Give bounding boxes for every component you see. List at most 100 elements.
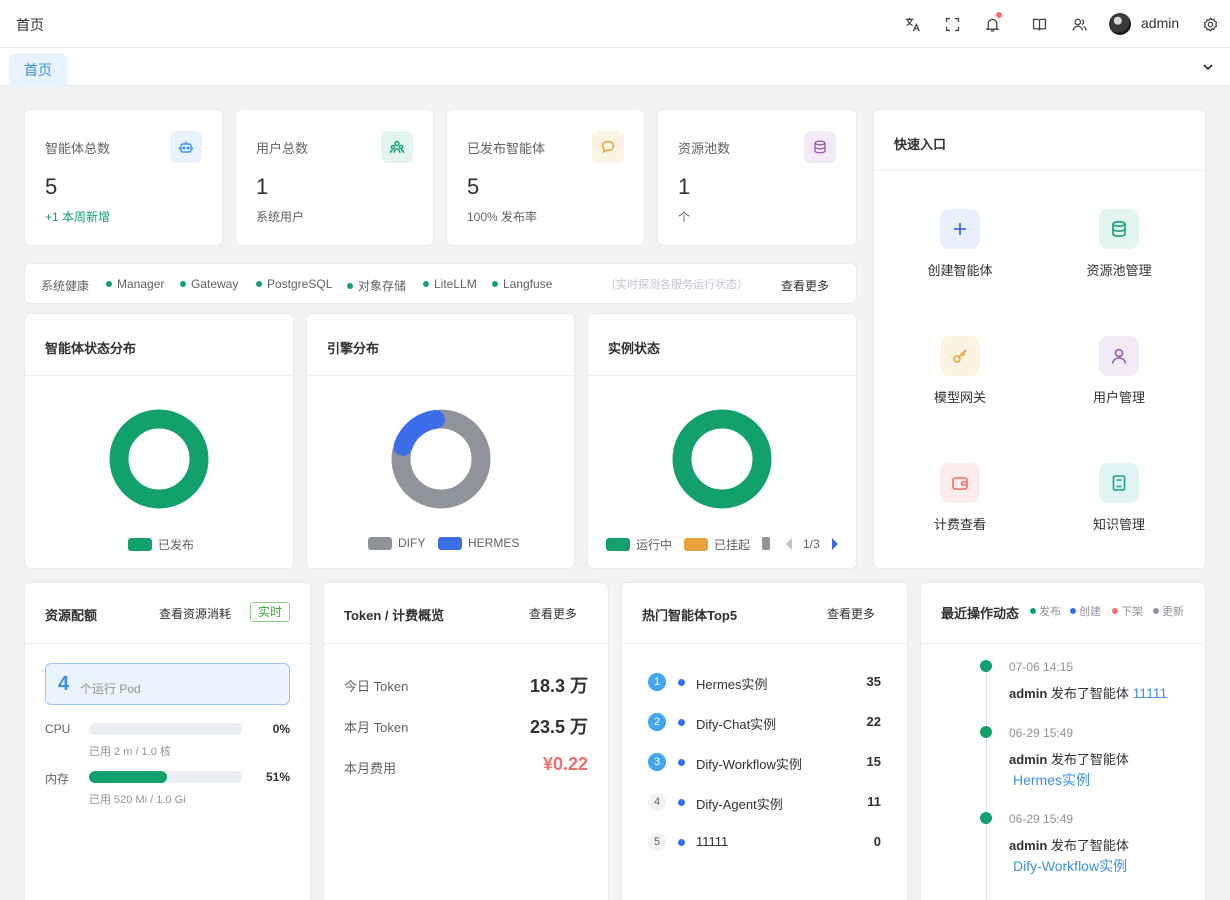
- users-icon: [381, 131, 413, 163]
- resource-quota-card: 资源配额 查看资源消耗 实时 4 个运行 Pod CPU 0% 已用 2 m /…: [24, 582, 311, 900]
- legend-item[interactable]: 已发布: [128, 536, 194, 553]
- system-health-bar: 系统健康 Manager Gateway PostgreSQL 对象存储 Lit…: [24, 263, 857, 304]
- token-overview-card: Token / 计费概览 查看更多 今日 Token 18.3 万 本月 Tok…: [323, 582, 609, 900]
- activity-legend-offline: 下架: [1112, 603, 1143, 619]
- top5-more-link[interactable]: 查看更多: [827, 605, 875, 622]
- plus-icon: [940, 209, 980, 249]
- avatar[interactable]: [1109, 13, 1131, 35]
- chevron-right-icon[interactable]: [830, 537, 840, 551]
- quick-knowledge[interactable]: 知识管理: [1059, 463, 1179, 533]
- donut-slice-已发布[interactable]: [109, 409, 209, 509]
- card-title: 资源配额: [45, 608, 98, 623]
- chart-title: 智能体状态分布: [45, 341, 137, 356]
- health-item-manager: Manager: [106, 277, 164, 291]
- chart-card-agent-status: 智能体状态分布 已发布: [24, 313, 294, 569]
- donut-slice-运行中[interactable]: [672, 409, 772, 509]
- health-note: （实时探测各服务运行状态）: [605, 279, 748, 291]
- user-group-icon[interactable]: [1069, 14, 1089, 34]
- health-item-gateway: Gateway: [180, 277, 238, 291]
- stat-card-pools[interactable]: 资源池数 1 个: [657, 109, 857, 246]
- chart-card-engine: 引擎分布 DIFY HERMES: [306, 313, 575, 569]
- key-icon: [940, 336, 980, 376]
- gear-icon[interactable]: [1200, 14, 1220, 34]
- quick-resource-pool[interactable]: 资源池管理: [1059, 209, 1179, 279]
- cpu-progress-bar: [89, 723, 242, 735]
- stat-sub: 个: [678, 210, 691, 224]
- health-item-object-storage: 对象存储: [347, 277, 406, 294]
- database-icon: [1099, 209, 1139, 249]
- health-more-link[interactable]: 查看更多: [781, 277, 829, 294]
- donut-chart-instance: [672, 409, 772, 509]
- quick-create-agent[interactable]: 创建智能体: [900, 209, 1020, 279]
- health-label: 系统健康: [41, 279, 90, 293]
- memory-progress-bar: [89, 771, 242, 783]
- memory-percent: 51%: [265, 770, 290, 784]
- card-title: 热门智能体Top5: [642, 608, 738, 623]
- stat-value: 5: [467, 174, 480, 199]
- quick-billing[interactable]: 计费查看: [900, 463, 1020, 533]
- translate-icon[interactable]: [902, 14, 922, 34]
- stat-label: 用户总数: [256, 141, 309, 156]
- legend-item[interactable]: DIFY: [368, 536, 425, 550]
- chevron-down-icon[interactable]: [1201, 60, 1215, 74]
- stat-value: 1: [678, 174, 691, 199]
- notification-dot: [996, 12, 1002, 18]
- user-icon: [1099, 336, 1139, 376]
- health-item-langfuse: Langfuse: [492, 277, 552, 291]
- legend-pager: 1/3: [803, 537, 820, 551]
- activity-time: 06-29 15:49: [1009, 726, 1074, 740]
- chart-title: 引擎分布: [327, 341, 380, 356]
- book-icon[interactable]: [1029, 14, 1049, 34]
- activity-legend-update: 更新: [1153, 603, 1184, 619]
- donut-chart-agent-status: [109, 409, 209, 509]
- quick-model-gateway[interactable]: 模型网关: [900, 336, 1020, 406]
- top-bar: 首页 admin: [0, 0, 1230, 48]
- cpu-percent: 0%: [272, 722, 290, 736]
- memory-label: 内存: [45, 772, 70, 786]
- legend-item[interactable]: 已挂起: [684, 536, 750, 553]
- activity-legend-create: 创建: [1070, 603, 1101, 619]
- card-title: 最近操作动态: [941, 606, 1020, 621]
- stat-card-published[interactable]: 已发布智能体 5 100% 发布率: [446, 109, 645, 246]
- chat-icon: [592, 131, 624, 163]
- book-icon: [1099, 463, 1139, 503]
- quick-user-management[interactable]: 用户管理: [1059, 336, 1179, 406]
- stat-label: 资源池数: [678, 141, 731, 156]
- stat-label: 已发布智能体: [467, 141, 546, 156]
- activity-time: 06-29 15:49: [1009, 812, 1074, 826]
- view-consumption-link[interactable]: 查看资源消耗: [159, 605, 231, 622]
- cpu-usage: 已用 2 m / 1.0 核: [89, 746, 171, 758]
- activity-text: admin 发布了智能体: [1009, 752, 1129, 767]
- activity-time: 07-06 14:15: [1009, 660, 1074, 674]
- activity-text: admin 发布了智能体: [1009, 838, 1129, 853]
- legend-item[interactable]: HERMES: [438, 536, 519, 550]
- donut-chart-engine: [391, 409, 491, 509]
- activity-target-link[interactable]: Hermes实例: [1013, 770, 1090, 790]
- quick-entry-title: 快速入口: [894, 137, 947, 152]
- tab-home[interactable]: 首页: [9, 53, 67, 86]
- username[interactable]: admin: [1141, 15, 1179, 31]
- stat-card-users[interactable]: 用户总数 1 系统用户: [235, 109, 434, 246]
- token-more-link[interactable]: 查看更多: [529, 605, 577, 622]
- legend-item[interactable]: 运行中: [606, 536, 672, 553]
- memory-usage: 已用 520 Mi / 1.0 Gi: [89, 794, 186, 806]
- stat-sub: 100% 发布率: [467, 210, 538, 224]
- stat-sub: 系统用户: [256, 210, 305, 224]
- stat-value: 1: [256, 174, 269, 199]
- recent-activity-card: 最近操作动态 发布 创建 下架 更新 07-06 14:15 admin 发布了…: [920, 582, 1206, 900]
- top5-agents-card: 热门智能体Top5 查看更多 1 Hermes实例 35 2 Dify-Chat实…: [621, 582, 908, 900]
- activity-target-link[interactable]: 11111: [1133, 685, 1168, 701]
- timeline-dot: [980, 726, 992, 738]
- breadcrumb[interactable]: 首页: [16, 15, 44, 35]
- quick-entry-panel: 快速入口 创建智能体 资源池管理 模型网关 用户管理 计费查看 知识管理: [873, 109, 1206, 569]
- stat-sub: +1 本周新增: [45, 210, 111, 224]
- running-pods-box: 4 个运行 Pod: [45, 663, 290, 705]
- chevron-left-icon[interactable]: [784, 537, 794, 551]
- activity-target-link[interactable]: Dify-Workflow实例: [1013, 856, 1127, 876]
- chart-title: 实例状态: [608, 341, 661, 356]
- stat-label: 智能体总数: [45, 141, 111, 156]
- fullscreen-icon[interactable]: [942, 14, 962, 34]
- stat-card-agents[interactable]: 智能体总数 5 +1 本周新增: [24, 109, 223, 246]
- health-item-litellm: LiteLLM: [423, 277, 477, 291]
- database-icon: [804, 131, 836, 163]
